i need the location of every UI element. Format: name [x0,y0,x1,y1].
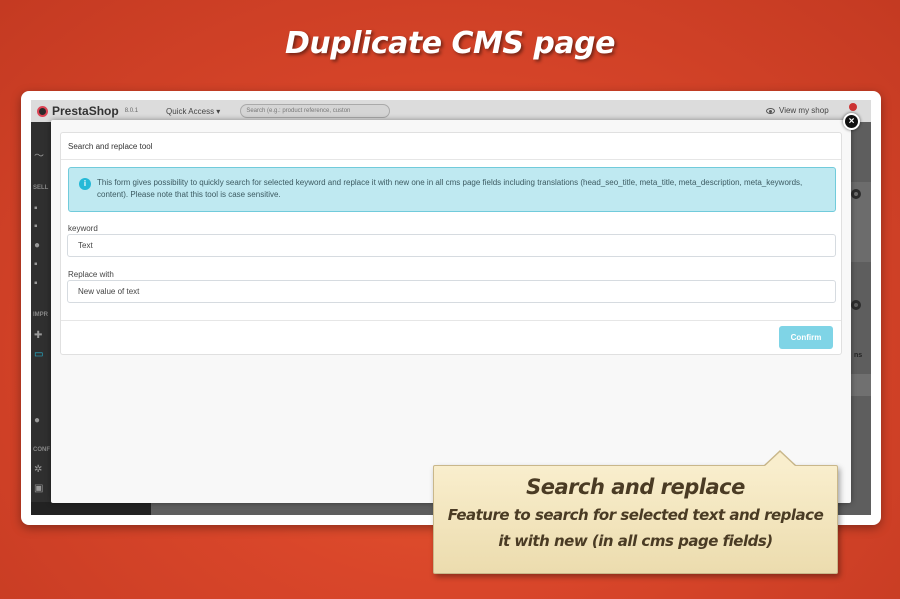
customers-icon[interactable]: ● [34,241,40,251]
brand-name: PrestaShop [52,104,119,118]
callout-line-1: Feature to search for selected text and … [447,506,824,524]
gear-icon [851,189,861,199]
settings-icon[interactable]: ✲ [34,465,42,475]
sidebar-section-configure: CONF [33,447,50,453]
replace-with-label: Replace with [68,270,114,279]
admin-search-input[interactable]: Search (e.g.: product reference, custon [240,104,391,118]
panel-footer-divider [61,320,841,321]
prestashop-logo-icon [37,105,48,117]
gear-icon [851,300,861,310]
stats-icon[interactable]: 〜 [34,152,44,162]
keyword-label: keyword [68,224,98,233]
messages-icon[interactable]: ▪ [34,260,38,270]
notification-badge[interactable] [849,103,857,111]
callout-pointer-fill [765,452,795,466]
panel-heading: Search and replace tool [61,133,841,160]
search-replace-panel: Search and replace tool i This form give… [60,132,842,355]
admin-screen: PrestaShop 8.0.1 Quick Access ▾ Search (… [31,100,871,515]
callout-title: Search and replace [526,475,745,499]
stats-report-icon[interactable]: ▪ [34,279,38,289]
orders-icon[interactable]: ▪ [34,204,38,214]
admin-sidebar: 〜 SELL ▪ ▪ ● ▪ ▪ IMPR ✚ ▭ ● CONF ✲ ▣ [31,122,51,515]
close-modal-icon[interactable]: × [843,113,860,130]
search-replace-modal: Search and replace tool i This form give… [51,120,851,503]
info-alert-text: This form gives possibility to quickly s… [97,178,803,199]
sidebar-footer [31,502,151,515]
replace-with-input[interactable] [67,280,836,303]
international-icon[interactable]: ● [34,416,40,426]
view-shop-label: View my shop [779,106,829,115]
keyword-input[interactable] [67,234,836,257]
info-icon: i [79,178,91,190]
callout-line-2: it with new (in all cms page fields) [498,532,773,550]
catalog-icon[interactable]: ▪ [34,222,38,232]
modules-icon[interactable]: ✚ [34,331,42,341]
background-tab-fragment: ns [854,352,863,359]
advanced-icon[interactable]: ▣ [34,484,43,494]
design-icon[interactable]: ▭ [34,350,43,360]
version-label: 8.0.1 [124,108,139,114]
eye-icon [766,107,775,114]
prestashop-logo[interactable]: PrestaShop 8.0.1 [37,104,138,118]
background-field [851,374,871,396]
sidebar-section-sell: SELL [33,185,49,191]
sidebar-section-improve: IMPR [33,312,48,318]
banner-title: Duplicate CMS page [285,26,615,61]
quick-access-menu[interactable]: Quick Access ▾ [166,107,220,116]
confirm-button[interactable]: Confirm [779,326,833,349]
feature-callout: Search and replace Feature to search for… [433,465,838,574]
view-shop-link[interactable]: View my shop [766,106,829,115]
info-alert: i This form gives possibility to quickly… [68,167,836,212]
admin-topbar: PrestaShop 8.0.1 Quick Access ▾ Search (… [31,100,871,122]
